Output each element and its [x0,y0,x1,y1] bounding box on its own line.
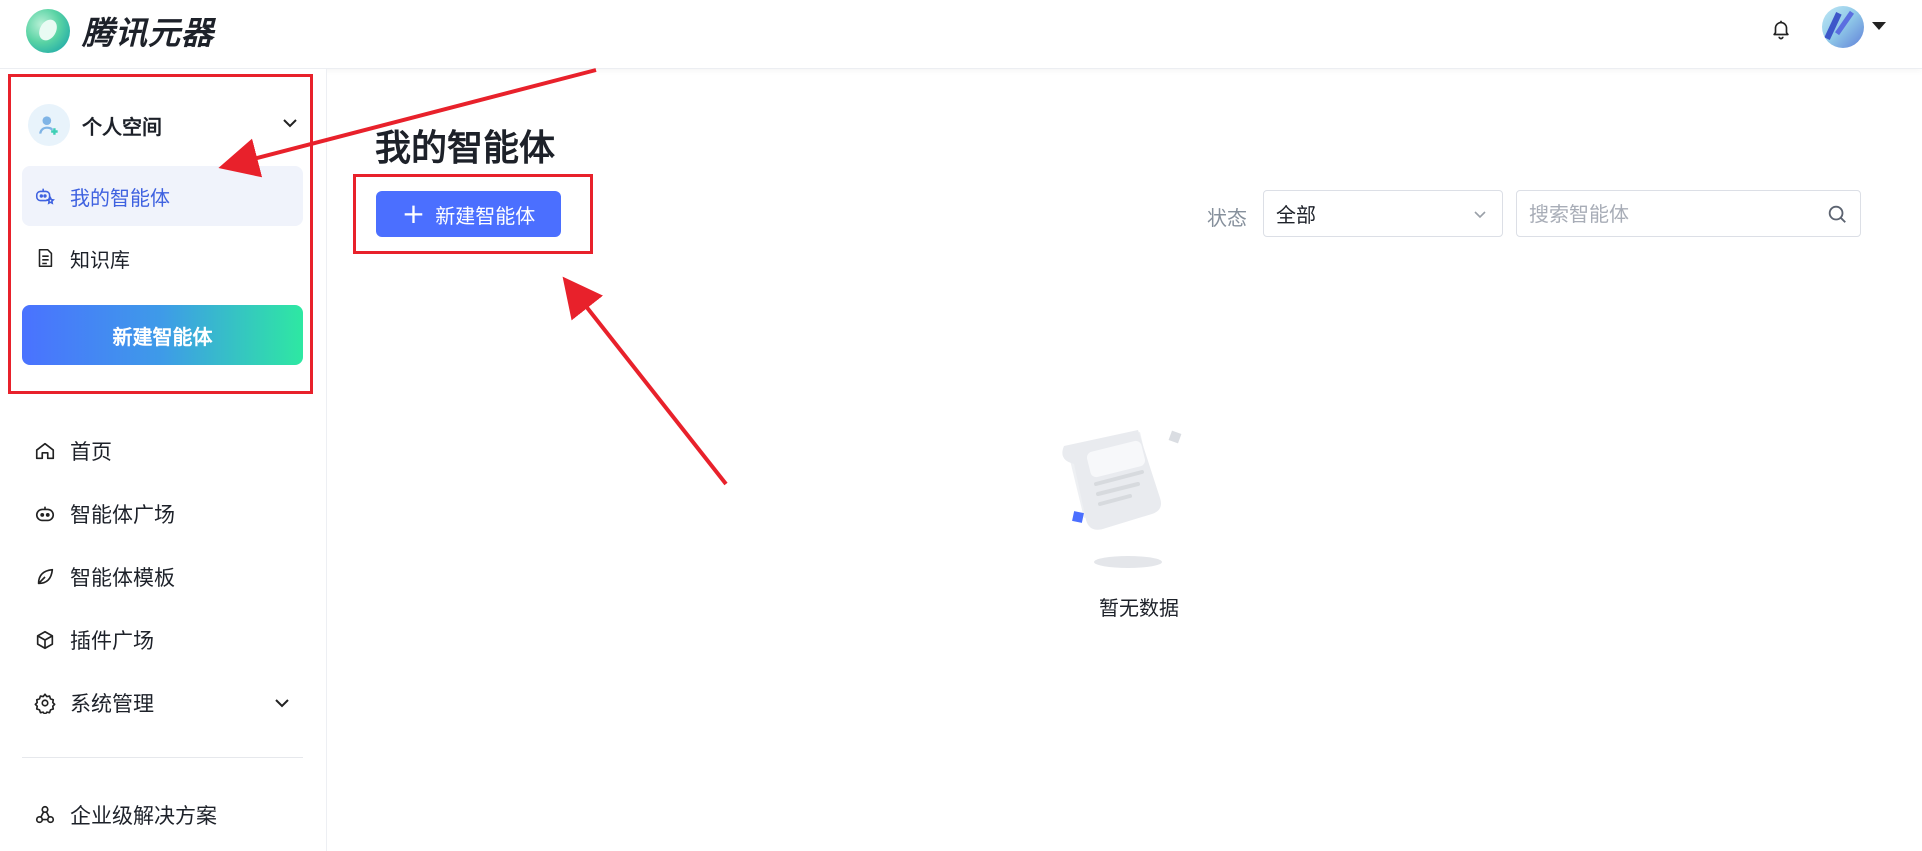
user-avatar[interactable] [1822,6,1864,48]
menu-item-label: 系统管理 [70,692,154,716]
home-icon [35,442,55,460]
gear-icon [34,693,56,714]
sidebar-item-agent-plaza[interactable]: 智能体广场 [34,492,304,536]
cube-icon [36,630,54,650]
sidebar-item-knowledge-base[interactable]: 知识库 [22,228,303,288]
create-agent-button[interactable]: + 新建智能体 [376,191,561,237]
sidebar-item-enterprise-solutions[interactable]: 企业级解决方案 [34,793,304,837]
search-icon[interactable] [1826,203,1848,225]
sidebar-item-label: 知识库 [70,247,130,272]
sidebar-item-plugin-plaza[interactable]: 插件广场 [34,618,304,662]
menu-item-label: 企业级解决方案 [70,804,217,828]
empty-state-text: 暂无数据 [1099,596,1179,620]
plus-icon: + [401,197,426,230]
empty-state-illustration [1062,430,1182,568]
status-filter-value: 全部 [1276,203,1316,227]
status-filter-label: 状态 [1207,206,1247,230]
chevron-down-icon[interactable] [272,693,292,713]
caret-down-icon[interactable] [1872,22,1886,30]
logo-icon [26,9,70,53]
robot-icon [35,506,55,522]
menu-item-label: 智能体广场 [70,503,175,527]
brand-logo[interactable]: 腾讯元器 [26,8,214,54]
sidebar-item-agent-templates[interactable]: 智能体模板 [34,555,304,599]
robot-star-icon [35,188,55,205]
brand-name: 腾讯元器 [82,14,215,52]
space-switcher[interactable]: 个人空间 [28,103,300,147]
sidebar-item-my-agents[interactable]: 我的智能体 [22,166,303,226]
space-label: 个人空间 [82,114,162,139]
sidebar-item-label: 我的智能体 [70,185,170,210]
sidebar: 个人空间 我的智能体 知识库 新建智能体 首页 智能体广场 智能体模板 插件广场… [0,69,327,851]
leaf-icon [37,568,54,585]
sidebar-item-system-management[interactable]: 系统管理 [34,681,304,725]
status-filter-select[interactable]: 全部 [1263,190,1503,237]
chevron-down-icon[interactable] [280,113,300,133]
triangle-circles-icon [35,805,55,824]
annotation-arrow-to-create-button [562,276,728,486]
create-agent-label: 新建智能体 [435,203,536,228]
menu-item-label: 智能体模板 [70,566,175,590]
sidebar-divider [22,757,303,758]
search-input[interactable] [1529,199,1819,229]
document-icon [38,248,53,268]
bell-icon[interactable] [1770,18,1792,40]
user-add-icon [28,104,70,146]
sidebar-item-home[interactable]: 首页 [34,429,304,473]
search-box[interactable] [1516,190,1861,237]
menu-item-label: 插件广场 [70,629,154,653]
chevron-down-icon [1474,211,1486,219]
top-bar: 腾讯元器 [0,0,1922,69]
page-title: 我的智能体 [375,128,556,169]
sidebar-new-agent-button[interactable]: 新建智能体 [22,305,303,365]
menu-item-label: 首页 [70,440,112,464]
